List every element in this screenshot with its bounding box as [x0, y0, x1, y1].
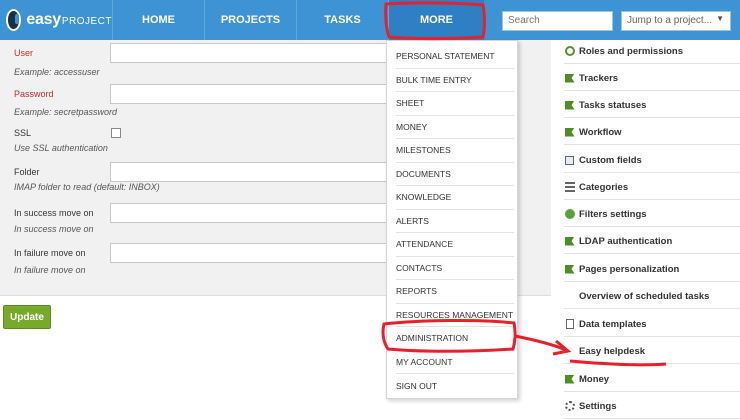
- admin-item-label: Pages personalization: [579, 263, 680, 275]
- admin-item-label: Overview of scheduled tasks: [579, 290, 710, 302]
- user-label: User: [14, 48, 34, 58]
- menu-item-resources-management[interactable]: RESOURCES MANAGEMENT: [396, 304, 514, 327]
- admin-item-label: Settings: [579, 400, 617, 412]
- status-icon: [564, 100, 575, 111]
- more-dropdown-menu: PERSONAL STATEMENT BULK TIME ENTRY SHEET…: [386, 40, 518, 399]
- jump-to-project-value: Jump to a project...: [627, 15, 713, 26]
- success-move-hint: In success move on: [14, 224, 94, 234]
- success-move-label: In success move on: [14, 208, 94, 218]
- admin-item-trackers[interactable]: Trackers: [564, 66, 740, 91]
- password-hint: Example: secretpassword: [14, 107, 118, 117]
- nav-tasks[interactable]: TASKS: [296, 0, 388, 40]
- admin-item-settings[interactable]: Settings: [564, 394, 740, 419]
- admin-item-label: Workflow: [579, 126, 622, 138]
- folder-field[interactable]: [110, 162, 388, 182]
- data-templates-icon: [564, 319, 575, 330]
- search-input[interactable]: Search: [502, 11, 613, 31]
- menu-item-administration[interactable]: ADMINISTRATION: [396, 327, 514, 351]
- admin-item-label: Trackers: [579, 72, 619, 84]
- admin-item-roles-permissions[interactable]: Roles and permissions: [564, 39, 740, 64]
- admin-item-tasks-statuses[interactable]: Tasks statuses: [564, 93, 740, 118]
- failure-move-label: In failure move on: [14, 248, 86, 258]
- admin-item-label: Categories: [579, 181, 629, 193]
- ssl-hint: Use SSL authentication: [14, 143, 108, 153]
- money-icon: [564, 374, 575, 385]
- admin-item-label: Money: [579, 373, 610, 385]
- nav-home[interactable]: HOME: [112, 0, 204, 40]
- admin-item-money[interactable]: Money: [564, 367, 740, 392]
- top-navigation-bar: easyPROJECT HOME PROJECTS TASKS MORE Sea…: [0, 0, 740, 40]
- admin-item-custom-fields[interactable]: Custom fields: [564, 148, 740, 173]
- pages-icon: [564, 264, 575, 275]
- menu-item-documents[interactable]: DOCUMENTS: [396, 163, 514, 186]
- admin-item-categories[interactable]: Categories: [564, 175, 740, 200]
- update-button[interactable]: Update: [3, 305, 51, 329]
- admin-item-workflow[interactable]: Workflow: [564, 120, 740, 145]
- chevron-down-icon: ▼: [716, 14, 724, 23]
- ssl-checkbox[interactable]: [111, 128, 121, 138]
- menu-item-personal-statement[interactable]: PERSONAL STATEMENT: [396, 45, 514, 69]
- admin-item-label: LDAP authentication: [579, 235, 673, 247]
- menu-item-contacts[interactable]: CONTACTS: [396, 257, 514, 280]
- password-label: Password: [14, 89, 54, 99]
- admin-item-label: Data templates: [579, 318, 647, 330]
- categories-icon: [564, 182, 575, 193]
- custom-fields-icon: [564, 155, 575, 166]
- admin-item-scheduled-tasks[interactable]: Overview of scheduled tasks: [564, 284, 740, 309]
- ldap-icon: [564, 236, 575, 247]
- ssl-label: SSL: [14, 128, 32, 138]
- arrow-line: [514, 334, 567, 352]
- logo[interactable]: easyPROJECT: [0, 0, 112, 40]
- admin-item-label: Roles and permissions: [579, 45, 684, 57]
- admin-item-data-templates[interactable]: Data templates: [564, 312, 740, 337]
- jump-to-project-select[interactable]: Jump to a project... ▼: [621, 11, 731, 31]
- menu-item-attendance[interactable]: ATTENDANCE: [396, 233, 514, 257]
- menu-item-sheet[interactable]: SHEET: [396, 92, 514, 116]
- nav-projects[interactable]: PROJECTS: [204, 0, 296, 40]
- power-logo-icon: [6, 9, 22, 31]
- tracker-icon: [564, 73, 575, 84]
- admin-item-label: Filters settings: [579, 208, 647, 220]
- menu-item-money[interactable]: MONEY: [396, 116, 514, 139]
- failure-move-hint: In failure move on: [14, 265, 86, 275]
- key-icon: [564, 46, 575, 57]
- settings-gear-icon: [564, 401, 575, 412]
- admin-item-label: Easy helpdesk: [579, 345, 646, 357]
- admin-item-label: Tasks statuses: [579, 99, 647, 111]
- workflow-icon: [564, 127, 575, 138]
- filter-gear-icon: [564, 209, 575, 220]
- menu-item-bulk-time-entry[interactable]: BULK TIME ENTRY: [396, 69, 514, 92]
- admin-item-filters-settings[interactable]: Filters settings: [564, 202, 740, 227]
- menu-item-alerts[interactable]: ALERTS: [396, 210, 514, 233]
- menu-item-my-account[interactable]: MY ACCOUNT: [396, 351, 514, 374]
- nav-more[interactable]: MORE: [388, 0, 484, 40]
- password-field[interactable]: [110, 84, 388, 104]
- admin-item-easy-helpdesk[interactable]: Easy helpdesk: [564, 339, 740, 364]
- folder-hint: IMAP folder to read (default: INBOX): [14, 182, 160, 192]
- admin-item-pages-personalization[interactable]: Pages personalization: [564, 257, 740, 282]
- failure-move-field[interactable]: [110, 243, 388, 263]
- admin-item-label: Custom fields: [579, 154, 642, 166]
- user-field[interactable]: [110, 43, 388, 63]
- menu-item-reports[interactable]: REPORTS: [396, 280, 514, 304]
- folder-label: Folder: [14, 167, 40, 177]
- user-hint: Example: accessuser: [14, 67, 100, 77]
- menu-item-sign-out[interactable]: SIGN OUT: [396, 374, 514, 398]
- logo-text: easyPROJECT: [26, 11, 112, 28]
- admin-item-ldap-authentication[interactable]: LDAP authentication: [564, 229, 740, 254]
- menu-item-milestones[interactable]: MILESTONES: [396, 139, 514, 163]
- menu-item-knowledge[interactable]: KNOWLEDGE: [396, 186, 514, 210]
- success-move-field[interactable]: [110, 203, 388, 223]
